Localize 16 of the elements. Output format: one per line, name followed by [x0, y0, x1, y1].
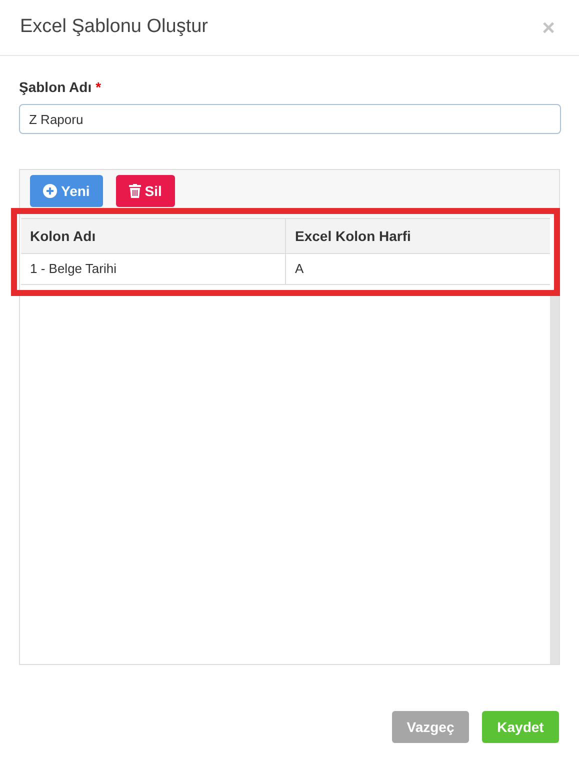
table-cell: A [285, 254, 550, 284]
required-mark: * [96, 78, 102, 97]
template-name-field[interactable]: Z Raporu [19, 104, 561, 134]
save-button[interactable]: Kaydet [482, 711, 559, 743]
scrollbar-track[interactable] [550, 295, 559, 664]
column-header: Kolon Adı [29, 226, 97, 246]
column-header: Excel Kolon Harfi [285, 219, 550, 253]
field-label: Şablon Adı [19, 78, 92, 97]
dialog-title: Excel Şablonu Oluştur [20, 15, 208, 40]
cancel-button[interactable]: Vazgeç [392, 711, 469, 743]
delete-button[interactable]: Sil [116, 175, 175, 207]
close-button[interactable]: × [542, 16, 555, 38]
table-cell-text: 1 - Belge Tarihi [29, 260, 118, 278]
plus-circle-icon [43, 184, 57, 198]
new-button[interactable]: Yeni [30, 175, 103, 207]
trash-icon [128, 184, 141, 198]
